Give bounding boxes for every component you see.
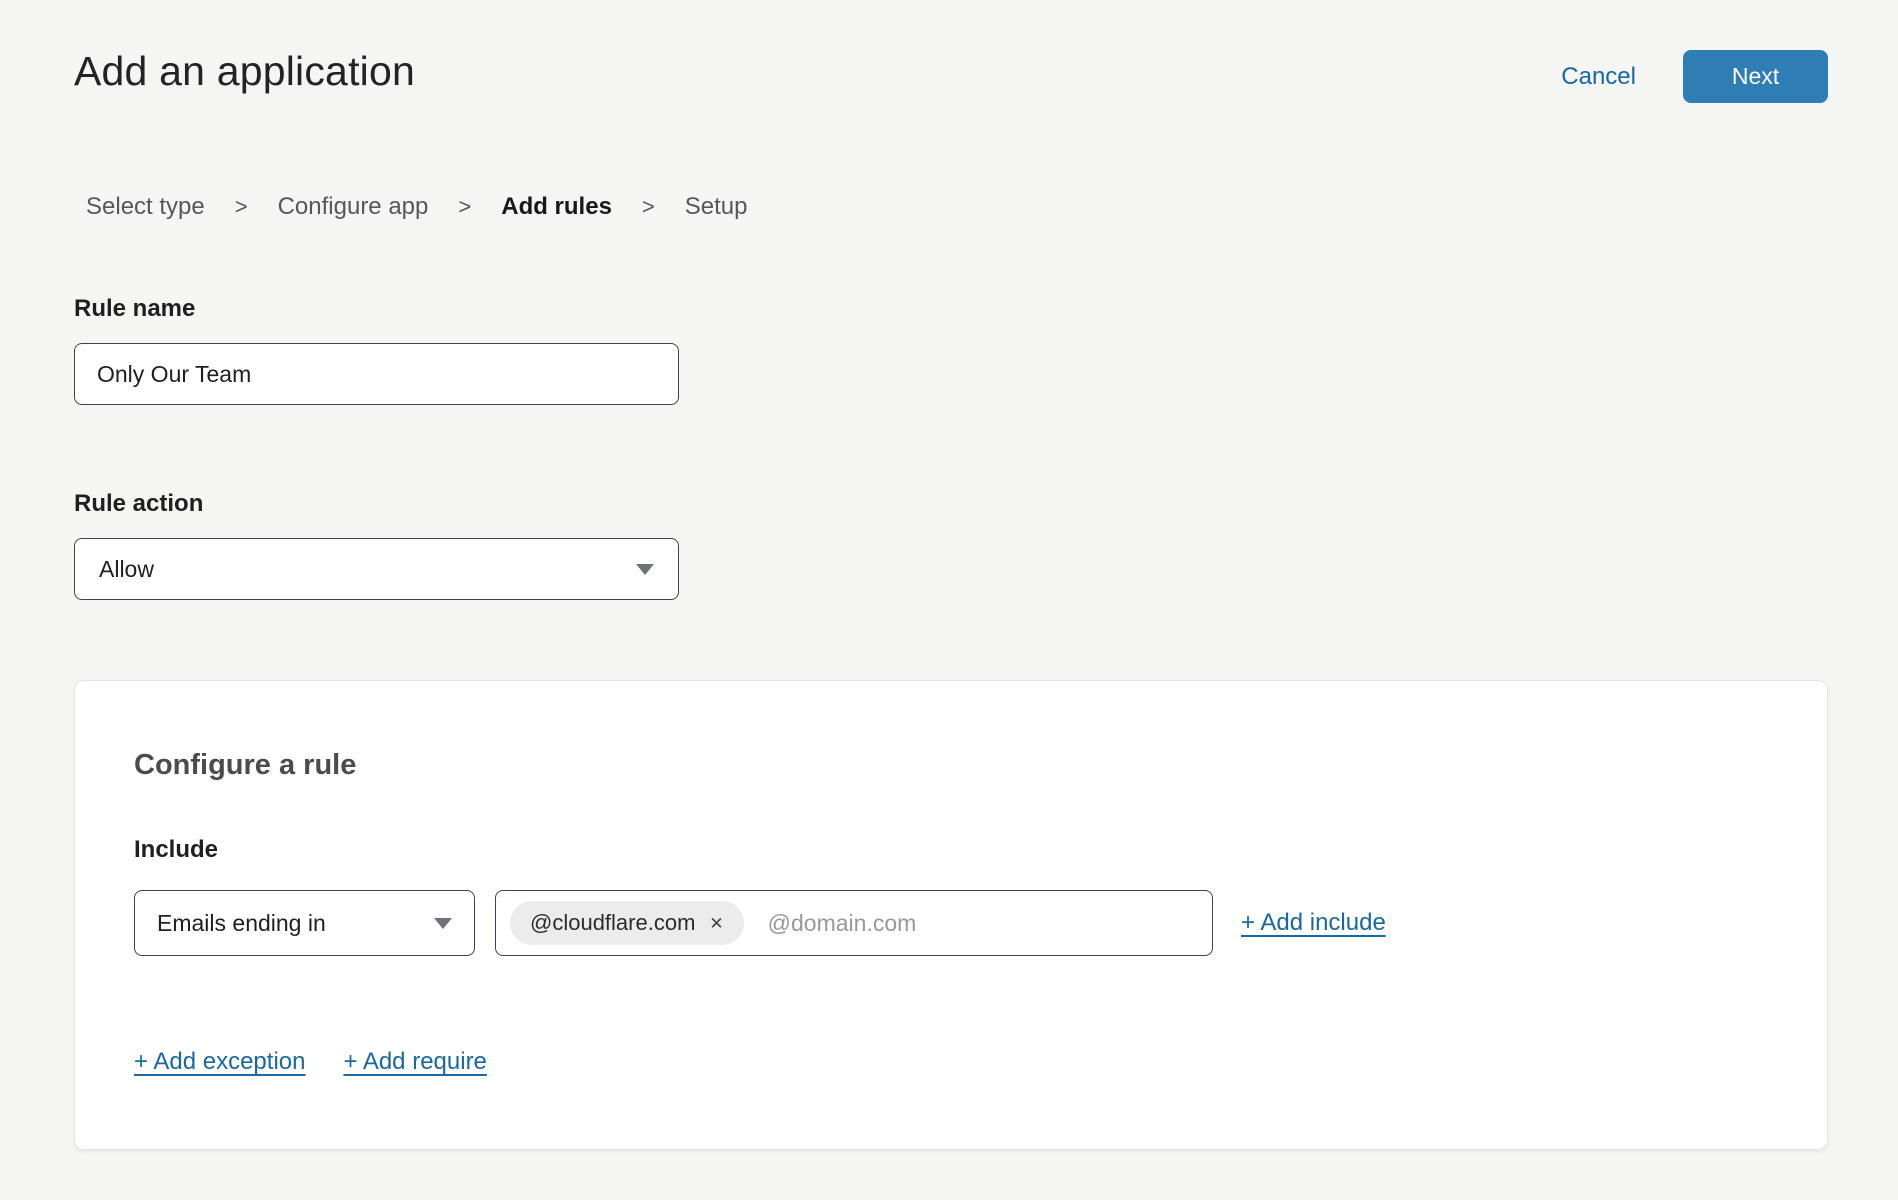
chevron-down-icon <box>434 918 452 929</box>
breadcrumb-separator: > <box>458 194 471 220</box>
breadcrumb: Select type > Configure app > Add rules … <box>86 193 1898 221</box>
add-exception-link[interactable]: + Add exception <box>134 1048 305 1076</box>
add-include-link[interactable]: + Add include <box>1241 909 1386 937</box>
page-header: Add an application Cancel Next <box>0 0 1898 103</box>
page-title: Add an application <box>74 48 415 95</box>
rule-extra-links: + Add exception + Add require <box>134 1048 1768 1076</box>
add-application-page: Add an application Cancel Next Select ty… <box>0 0 1898 1200</box>
next-button[interactable]: Next <box>1683 50 1828 103</box>
chip-remove-icon[interactable]: ✕ <box>709 915 723 932</box>
breadcrumb-separator: > <box>235 194 248 220</box>
card-title: Configure a rule <box>134 749 1768 782</box>
rule-name-input[interactable] <box>74 343 679 405</box>
rule-action-label: Rule action <box>74 490 1898 518</box>
header-actions: Cancel Next <box>1561 50 1828 103</box>
breadcrumb-item-select-type[interactable]: Select type <box>86 193 205 221</box>
rule-action-selected-value: Allow <box>99 556 154 583</box>
breadcrumb-item-add-rules[interactable]: Add rules <box>501 193 612 221</box>
breadcrumb-item-setup[interactable]: Setup <box>685 193 748 221</box>
rule-name-label: Rule name <box>74 295 1898 323</box>
email-domain-chip: @cloudflare.com ✕ <box>510 901 744 945</box>
include-selector-value: Emails ending in <box>157 910 326 937</box>
include-selector-select[interactable]: Emails ending in <box>134 890 475 956</box>
configure-rule-card: Configure a rule Include Emails ending i… <box>74 680 1828 1150</box>
breadcrumb-item-configure-app[interactable]: Configure app <box>278 193 429 221</box>
breadcrumb-separator: > <box>642 194 655 220</box>
email-domain-text-input[interactable] <box>768 910 1198 937</box>
include-value-input[interactable]: @cloudflare.com ✕ <box>495 890 1213 956</box>
cancel-button[interactable]: Cancel <box>1561 63 1636 91</box>
include-label: Include <box>134 836 1768 864</box>
include-rule-row: Emails ending in @cloudflare.com ✕ + Add… <box>134 890 1768 956</box>
chevron-down-icon <box>636 564 654 575</box>
email-domain-chip-label: @cloudflare.com <box>530 910 695 936</box>
add-require-link[interactable]: + Add require <box>343 1048 486 1076</box>
rule-action-select[interactable]: Allow <box>74 538 679 600</box>
